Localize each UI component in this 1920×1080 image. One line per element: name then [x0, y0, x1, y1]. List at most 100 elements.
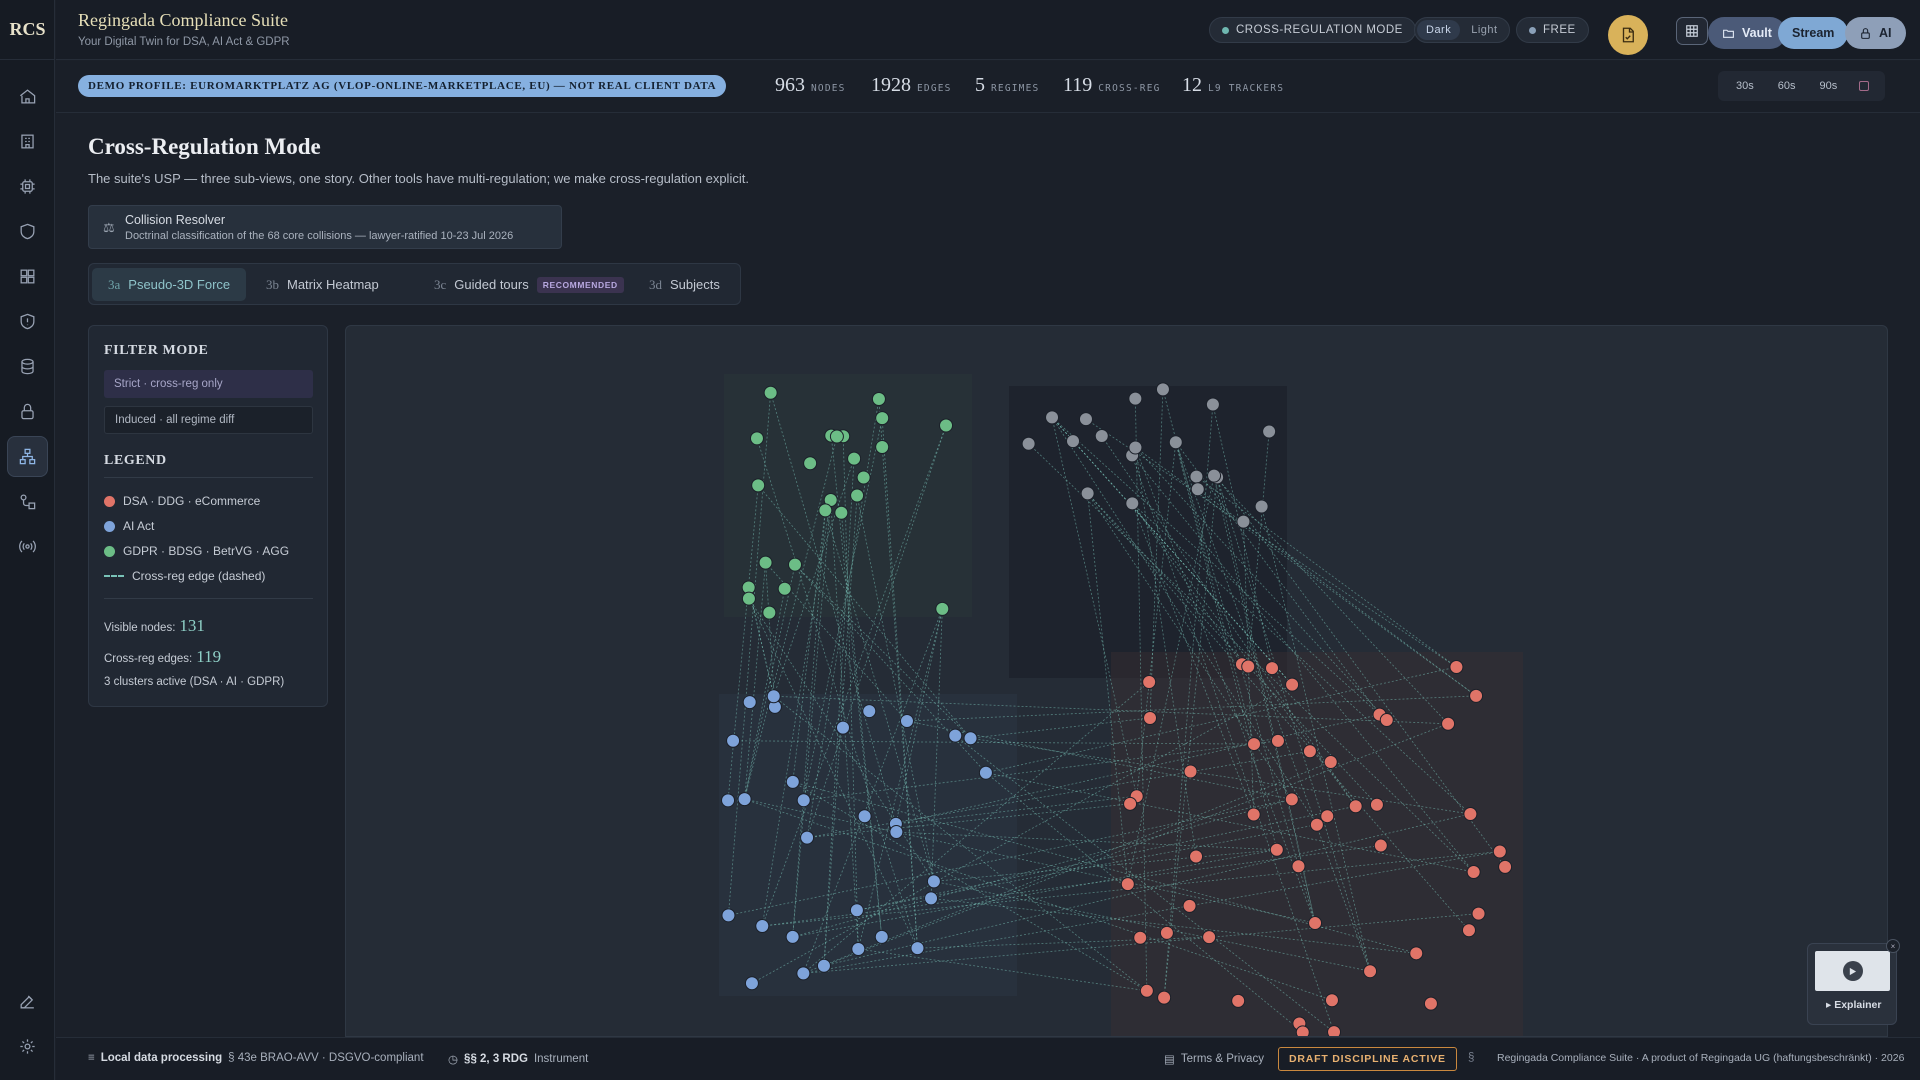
tab-guided-tours[interactable]: 3c Guided tours RECOMMENDED: [418, 268, 640, 301]
dsa-node[interactable]: [1202, 930, 1217, 945]
gdpr-node[interactable]: [850, 488, 865, 503]
force-graph-canvas[interactable]: [345, 325, 1888, 1037]
dsa-node[interactable]: [1441, 716, 1456, 731]
gdpr-node[interactable]: [751, 478, 766, 493]
brand-logo[interactable]: RCS: [0, 0, 55, 60]
ai-act-node[interactable]: [742, 695, 757, 710]
gear-icon[interactable]: [7, 1026, 48, 1067]
ai-act-node[interactable]: [766, 689, 781, 704]
unclassified-node[interactable]: [1125, 496, 1140, 511]
dsa-node[interactable]: [1409, 946, 1424, 961]
gdpr-node[interactable]: [847, 451, 862, 466]
gdpr-node[interactable]: [856, 470, 871, 485]
plan-badge[interactable]: FREE: [1516, 17, 1589, 43]
dsa-node[interactable]: [1139, 983, 1154, 998]
dsa-node[interactable]: [1348, 799, 1363, 814]
tab-pseudo-3d-force[interactable]: 3a Pseudo-3D Force: [92, 268, 247, 301]
unclassified-node[interactable]: [1236, 514, 1251, 529]
ai-act-node[interactable]: [835, 720, 850, 735]
stop-icon[interactable]: [1859, 81, 1870, 91]
gdpr-node[interactable]: [749, 431, 764, 446]
dsa-node[interactable]: [1157, 990, 1172, 1005]
dsa-node[interactable]: [1469, 688, 1484, 703]
dsa-node[interactable]: [1492, 844, 1507, 859]
gdpr-node[interactable]: [871, 391, 886, 406]
ai-act-node[interactable]: [874, 929, 889, 944]
dsa-node[interactable]: [1265, 661, 1280, 676]
theme-toggle[interactable]: Dark Light: [1414, 17, 1510, 43]
dsa-node[interactable]: [1498, 859, 1513, 874]
ai-act-node[interactable]: [755, 919, 770, 934]
draft-discipline-badge[interactable]: DRAFT DISCIPLINE ACTIVE: [1278, 1047, 1457, 1071]
ai-act-node[interactable]: [785, 774, 800, 789]
ai-act-node[interactable]: [744, 976, 759, 991]
shield-icon[interactable]: [7, 211, 48, 252]
dsa-node[interactable]: [1285, 677, 1300, 692]
dsa-node[interactable]: [1123, 796, 1138, 811]
unclassified-node[interactable]: [1021, 436, 1036, 451]
time-60s-option[interactable]: 60s: [1766, 80, 1808, 92]
ai-act-node[interactable]: [737, 792, 752, 807]
ai-act-node[interactable]: [889, 825, 904, 840]
unclassified-node[interactable]: [1128, 440, 1143, 455]
unclassified-node[interactable]: [1190, 482, 1205, 497]
gdpr-node[interactable]: [829, 429, 844, 444]
dsa-node[interactable]: [1302, 744, 1317, 759]
chip-icon[interactable]: [7, 166, 48, 207]
ai-act-node[interactable]: [721, 793, 736, 808]
ai-act-node[interactable]: [978, 765, 993, 780]
explainer-widget[interactable]: ▸ Explainer ×: [1807, 939, 1900, 1025]
dsa-node[interactable]: [1466, 864, 1481, 879]
gdpr-node[interactable]: [803, 456, 818, 471]
time-window-selector[interactable]: 30s 60s 90s: [1718, 71, 1886, 101]
gdpr-node[interactable]: [875, 411, 890, 426]
ai-act-node[interactable]: [851, 941, 866, 956]
network-icon[interactable]: [7, 436, 48, 477]
dsa-node[interactable]: [1295, 1025, 1310, 1037]
unclassified-node[interactable]: [1078, 412, 1093, 427]
dsa-node[interactable]: [1308, 916, 1323, 931]
ai-act-node[interactable]: [926, 874, 941, 889]
dsa-node[interactable]: [1241, 659, 1256, 674]
vault-button[interactable]: Vault: [1708, 17, 1786, 49]
dsa-node[interactable]: [1246, 807, 1261, 822]
stream-button[interactable]: Stream: [1778, 17, 1849, 49]
gdpr-node[interactable]: [875, 439, 890, 454]
theme-light-option[interactable]: Light: [1462, 20, 1506, 40]
ai-act-node[interactable]: [963, 731, 978, 746]
dsa-node[interactable]: [1291, 859, 1306, 874]
dsa-node[interactable]: [1133, 930, 1148, 945]
terms-privacy-link[interactable]: ▤ Terms & Privacy: [1164, 1052, 1264, 1066]
dsa-node[interactable]: [1189, 849, 1204, 864]
tab-matrix-heatmap[interactable]: 3b Matrix Heatmap: [250, 268, 395, 301]
workflow-icon[interactable]: [7, 481, 48, 522]
close-icon[interactable]: ×: [1886, 939, 1900, 953]
dsa-node[interactable]: [1327, 1025, 1342, 1037]
dsa-node[interactable]: [1159, 925, 1174, 940]
ai-button[interactable]: AI: [1845, 17, 1906, 49]
dsa-node[interactable]: [1247, 737, 1262, 752]
gdpr-node[interactable]: [777, 581, 792, 596]
gdpr-node[interactable]: [758, 555, 773, 570]
lock-icon[interactable]: [7, 391, 48, 432]
grid-icon[interactable]: [7, 256, 48, 297]
ai-act-node[interactable]: [796, 793, 811, 808]
gdpr-node[interactable]: [762, 605, 777, 620]
ai-act-node[interactable]: [849, 903, 864, 918]
gdpr-node[interactable]: [834, 505, 849, 520]
gdpr-node[interactable]: [935, 601, 950, 616]
dsa-node[interactable]: [1449, 660, 1464, 675]
dsa-node[interactable]: [1323, 755, 1338, 770]
unclassified-node[interactable]: [1207, 468, 1222, 483]
dsa-node[interactable]: [1461, 923, 1476, 938]
gdpr-node[interactable]: [763, 385, 778, 400]
play-icon[interactable]: [1842, 961, 1863, 981]
ai-act-node[interactable]: [862, 704, 877, 719]
ai-act-node[interactable]: [910, 941, 925, 956]
gdpr-node[interactable]: [818, 503, 833, 518]
dsa-node[interactable]: [1363, 964, 1378, 979]
dsa-node[interactable]: [1120, 877, 1135, 892]
ai-act-node[interactable]: [721, 908, 736, 923]
unclassified-node[interactable]: [1189, 469, 1204, 484]
dsa-node[interactable]: [1471, 906, 1486, 921]
